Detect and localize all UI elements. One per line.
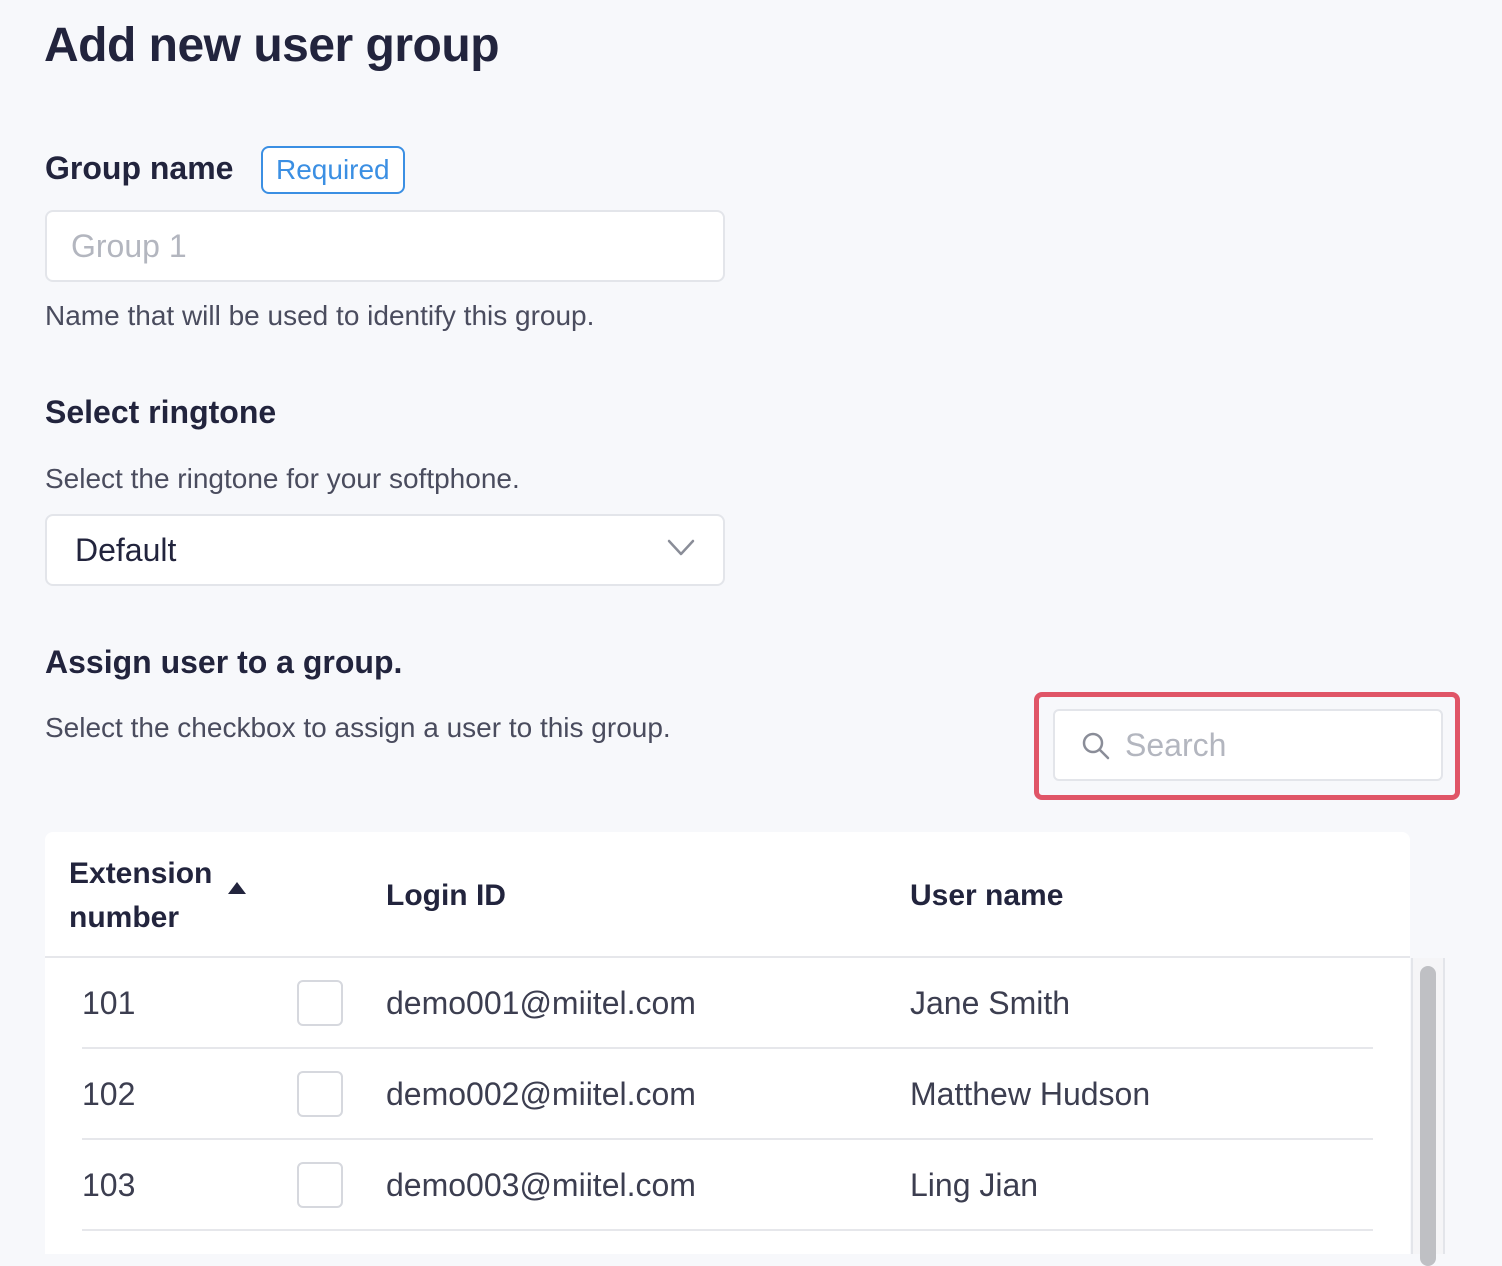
cell-extension: 103 (82, 1167, 136, 1203)
chevron-down-icon (667, 539, 695, 556)
row-checkbox[interactable] (297, 980, 343, 1026)
ringtone-select[interactable]: Default (45, 514, 725, 586)
row-checkbox[interactable] (297, 1071, 343, 1117)
table-row: 102 demo002@miitel.com Matthew Hudson (82, 1049, 1373, 1140)
required-badge: Required (261, 146, 405, 194)
cell-user-name: Jane Smith (910, 985, 1071, 1021)
sort-ascending-icon[interactable] (228, 882, 246, 894)
search-input[interactable] (1125, 711, 1425, 779)
users-table: Extension number Login ID User name 101 … (45, 832, 1410, 1254)
group-name-input[interactable] (47, 212, 723, 280)
table-header: Extension number Login ID User name (45, 832, 1410, 958)
table-row: 103 demo003@miitel.com Ling Jian (82, 1140, 1373, 1231)
assign-label: Assign user to a group. (45, 644, 403, 680)
cell-user-name: Matthew Hudson (910, 1076, 1151, 1112)
assign-help: Select the checkbox to assign a user to … (45, 712, 671, 743)
cell-extension: 101 (82, 985, 136, 1021)
group-name-field[interactable] (45, 210, 725, 282)
group-name-help: Name that will be used to identify this … (45, 300, 595, 331)
scrollbar-thumb[interactable] (1420, 966, 1436, 1266)
ringtone-label: Select ringtone (45, 394, 277, 430)
table-row: 101 demo001@miitel.com Jane Smith (82, 958, 1373, 1049)
ringtone-help: Select the ringtone for your softphone. (45, 463, 520, 494)
row-checkbox[interactable] (297, 1162, 343, 1208)
table-scrollbar[interactable] (1411, 958, 1445, 1266)
group-name-label: Group name (45, 150, 234, 186)
column-header-extension-line1: Extension (69, 857, 213, 890)
ringtone-selected-value: Default (75, 532, 177, 568)
column-header-user-name[interactable]: User name (910, 874, 1063, 918)
cell-user-name: Ling Jian (910, 1167, 1039, 1203)
cell-extension: 102 (82, 1076, 136, 1112)
column-header-extension[interactable]: Extension number (69, 852, 212, 940)
page-title: Add new user group (44, 19, 500, 72)
column-header-extension-line2: number (69, 901, 180, 934)
cell-login-id: demo001@miitel.com (386, 985, 696, 1021)
column-header-login-id[interactable]: Login ID (386, 874, 506, 918)
search-field[interactable] (1053, 709, 1443, 781)
cell-login-id: demo002@miitel.com (386, 1076, 696, 1112)
search-icon (1082, 732, 1110, 760)
cell-login-id: demo003@miitel.com (386, 1167, 696, 1203)
